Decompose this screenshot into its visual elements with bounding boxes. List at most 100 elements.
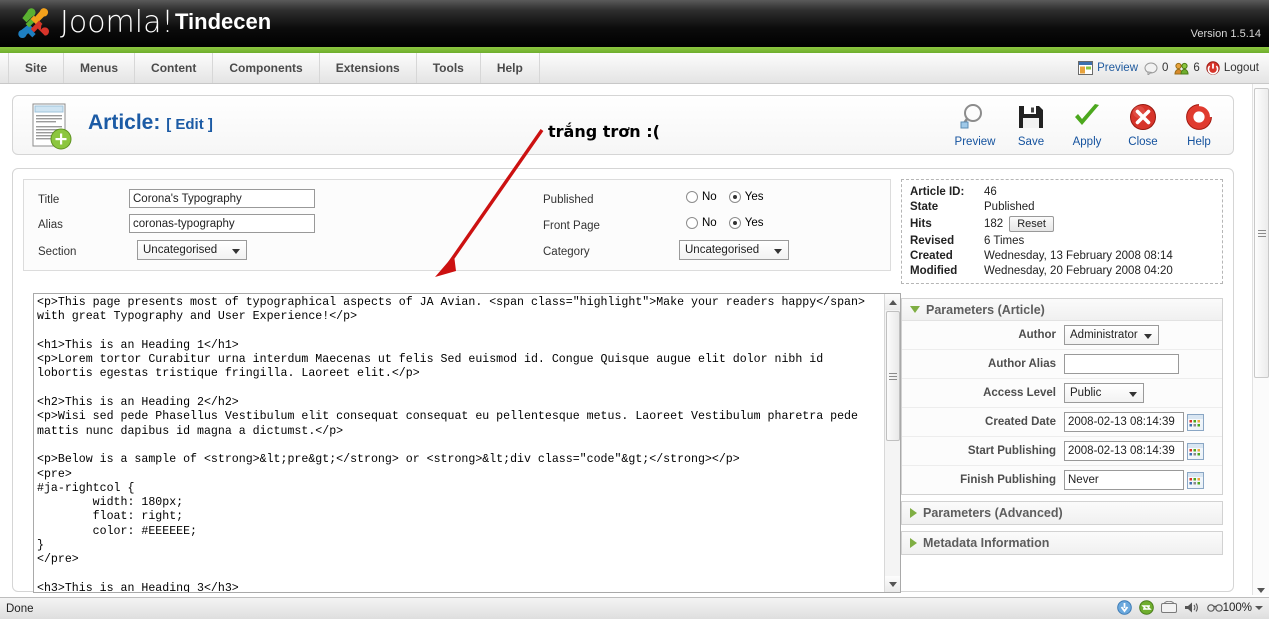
frontpage-radio-group[interactable]: No Yes bbox=[686, 217, 763, 229]
page-scroll-down-arrow-icon[interactable] bbox=[1257, 588, 1265, 593]
access-level-select[interactable]: Public bbox=[1064, 383, 1144, 403]
download-icon[interactable] bbox=[1116, 600, 1132, 615]
start-publishing-label: Start Publishing bbox=[967, 445, 1056, 457]
chevron-down-icon bbox=[1129, 392, 1137, 397]
frontpage-yes-radio[interactable] bbox=[728, 217, 741, 229]
title-input[interactable] bbox=[129, 189, 315, 208]
preview-window-icon bbox=[1078, 61, 1094, 75]
feed-icon[interactable] bbox=[1138, 600, 1154, 615]
floppy-disk-icon bbox=[1005, 100, 1057, 134]
start-publishing-input[interactable] bbox=[1064, 441, 1184, 461]
section-select-value: Uncategorised bbox=[143, 244, 218, 256]
info-value: 6 Times bbox=[984, 235, 1025, 247]
menu-item-tools[interactable]: Tools bbox=[417, 53, 481, 83]
calendar-icon[interactable] bbox=[1187, 471, 1204, 489]
article-add-icon bbox=[32, 103, 72, 150]
sound-icon[interactable] bbox=[1184, 601, 1200, 614]
author-alias-label: Author Alias bbox=[988, 358, 1056, 370]
finish-publishing-row: Finish Publishing bbox=[902, 466, 1222, 494]
reset-hits-button[interactable]: Reset bbox=[1009, 216, 1054, 232]
messages-indicator[interactable]: 0 bbox=[1144, 62, 1168, 75]
editor-scrollbar[interactable] bbox=[884, 294, 900, 592]
menu-item-help[interactable]: Help bbox=[481, 53, 540, 83]
created-date-control bbox=[1064, 412, 1214, 432]
close-button-label: Close bbox=[1128, 136, 1158, 148]
parameters-article-title: Parameters (Article) bbox=[926, 302, 1045, 317]
info-row-created: Created Wednesday, 13 February 2008 08:1… bbox=[910, 250, 1214, 262]
close-button[interactable]: Close bbox=[1117, 100, 1169, 150]
category-select[interactable]: Uncategorised bbox=[679, 240, 789, 260]
frontpage-no-label: No bbox=[702, 217, 717, 229]
editor-content-text[interactable]: <p>This page presents most of typographi… bbox=[37, 296, 880, 592]
info-key: Modified bbox=[910, 265, 958, 277]
category-label: Category bbox=[543, 246, 590, 258]
published-radio-group[interactable]: No Yes bbox=[686, 191, 763, 203]
shield-icon[interactable] bbox=[1160, 601, 1177, 614]
triangle-down-icon bbox=[910, 306, 920, 313]
finish-publishing-input[interactable] bbox=[1064, 470, 1184, 490]
editor-scroll-thumb[interactable] bbox=[886, 311, 900, 441]
finish-publishing-label: Finish Publishing bbox=[960, 474, 1056, 486]
joomla-mark-icon bbox=[18, 8, 49, 39]
messages-count: 0 bbox=[1162, 62, 1169, 74]
parameters-article-header[interactable]: Parameters (Article) bbox=[902, 299, 1222, 321]
chevron-down-icon bbox=[1143, 334, 1152, 339]
section-select[interactable]: Uncategorised bbox=[137, 240, 247, 260]
metadata-information-title: Metadata Information bbox=[923, 536, 1050, 550]
info-key: Article ID: bbox=[910, 186, 965, 198]
menu-item-content[interactable]: Content bbox=[135, 53, 214, 83]
preview-button[interactable]: Preview bbox=[949, 100, 1001, 150]
users-indicator[interactable]: 6 bbox=[1174, 62, 1200, 75]
logout-button[interactable]: Logout bbox=[1206, 61, 1259, 75]
article-content-editor[interactable]: <p>This page presents most of typographi… bbox=[33, 293, 901, 593]
preview-link[interactable]: Preview bbox=[1078, 61, 1138, 75]
calendar-icon[interactable] bbox=[1187, 442, 1204, 460]
app-header: Joomla! Tindecen Version 1.5.14 bbox=[0, 0, 1269, 47]
info-row-revised: Revised 6 Times bbox=[910, 235, 1214, 247]
calendar-icon[interactable] bbox=[1187, 413, 1204, 431]
author-alias-input[interactable] bbox=[1064, 354, 1179, 374]
page-scroll-thumb[interactable] bbox=[1254, 88, 1269, 378]
author-alias-row: Author Alias bbox=[902, 350, 1222, 379]
triangle-right-icon bbox=[910, 538, 917, 548]
info-row-hits: Hits 182 Reset bbox=[910, 216, 1214, 232]
version-label: Version 1.5.14 bbox=[1190, 28, 1261, 40]
triangle-right-icon bbox=[910, 508, 917, 518]
published-no-radio[interactable] bbox=[686, 191, 698, 203]
info-row-article-id: Article ID: 46 bbox=[910, 186, 1214, 198]
info-key: Revised bbox=[910, 235, 955, 247]
site-name: Tindecen bbox=[175, 9, 272, 34]
author-select-value: Administrator bbox=[1070, 329, 1138, 341]
start-publishing-row: Start Publishing bbox=[902, 437, 1222, 466]
title-label: Title bbox=[38, 194, 60, 206]
parameters-advanced-header[interactable]: Parameters (Advanced) bbox=[902, 502, 1222, 524]
menu-item-menus[interactable]: Menus bbox=[64, 53, 136, 83]
save-button[interactable]: Save bbox=[1005, 100, 1057, 150]
article-info-box: Article ID: 46 State Published Hits 182 … bbox=[901, 179, 1223, 284]
access-level-label: Access Level bbox=[983, 387, 1056, 399]
info-row-modified: Modified Wednesday, 20 February 2008 04:… bbox=[910, 265, 1214, 277]
zoom-control[interactable]: 100% bbox=[1206, 602, 1263, 614]
created-date-row: Created Date bbox=[902, 408, 1222, 437]
scroll-up-arrow-icon[interactable] bbox=[885, 294, 900, 310]
frontpage-no-radio[interactable] bbox=[686, 217, 698, 229]
menu-item-components[interactable]: Components bbox=[213, 53, 320, 83]
metadata-information-header[interactable]: Metadata Information bbox=[902, 532, 1222, 554]
alias-input[interactable] bbox=[129, 214, 315, 233]
menu-item-extensions[interactable]: Extensions bbox=[320, 53, 417, 83]
author-select[interactable]: Administrator bbox=[1064, 325, 1159, 345]
created-date-input[interactable] bbox=[1064, 412, 1184, 432]
author-label: Author bbox=[1018, 329, 1056, 341]
help-button-label: Help bbox=[1187, 136, 1211, 148]
chevron-down-icon bbox=[1255, 605, 1263, 610]
apply-button[interactable]: Apply bbox=[1061, 100, 1113, 150]
parameters-advanced-panel: Parameters (Advanced) bbox=[901, 501, 1223, 525]
scroll-down-arrow-icon[interactable] bbox=[885, 576, 900, 592]
page-scrollbar[interactable] bbox=[1252, 84, 1269, 595]
menu-item-site[interactable]: Site bbox=[8, 53, 65, 83]
published-yes-radio[interactable] bbox=[728, 191, 741, 203]
metadata-information-panel: Metadata Information bbox=[901, 531, 1223, 555]
author-control: Administrator bbox=[1064, 325, 1214, 345]
help-button[interactable]: Help bbox=[1173, 100, 1225, 150]
author-alias-control bbox=[1064, 354, 1214, 374]
